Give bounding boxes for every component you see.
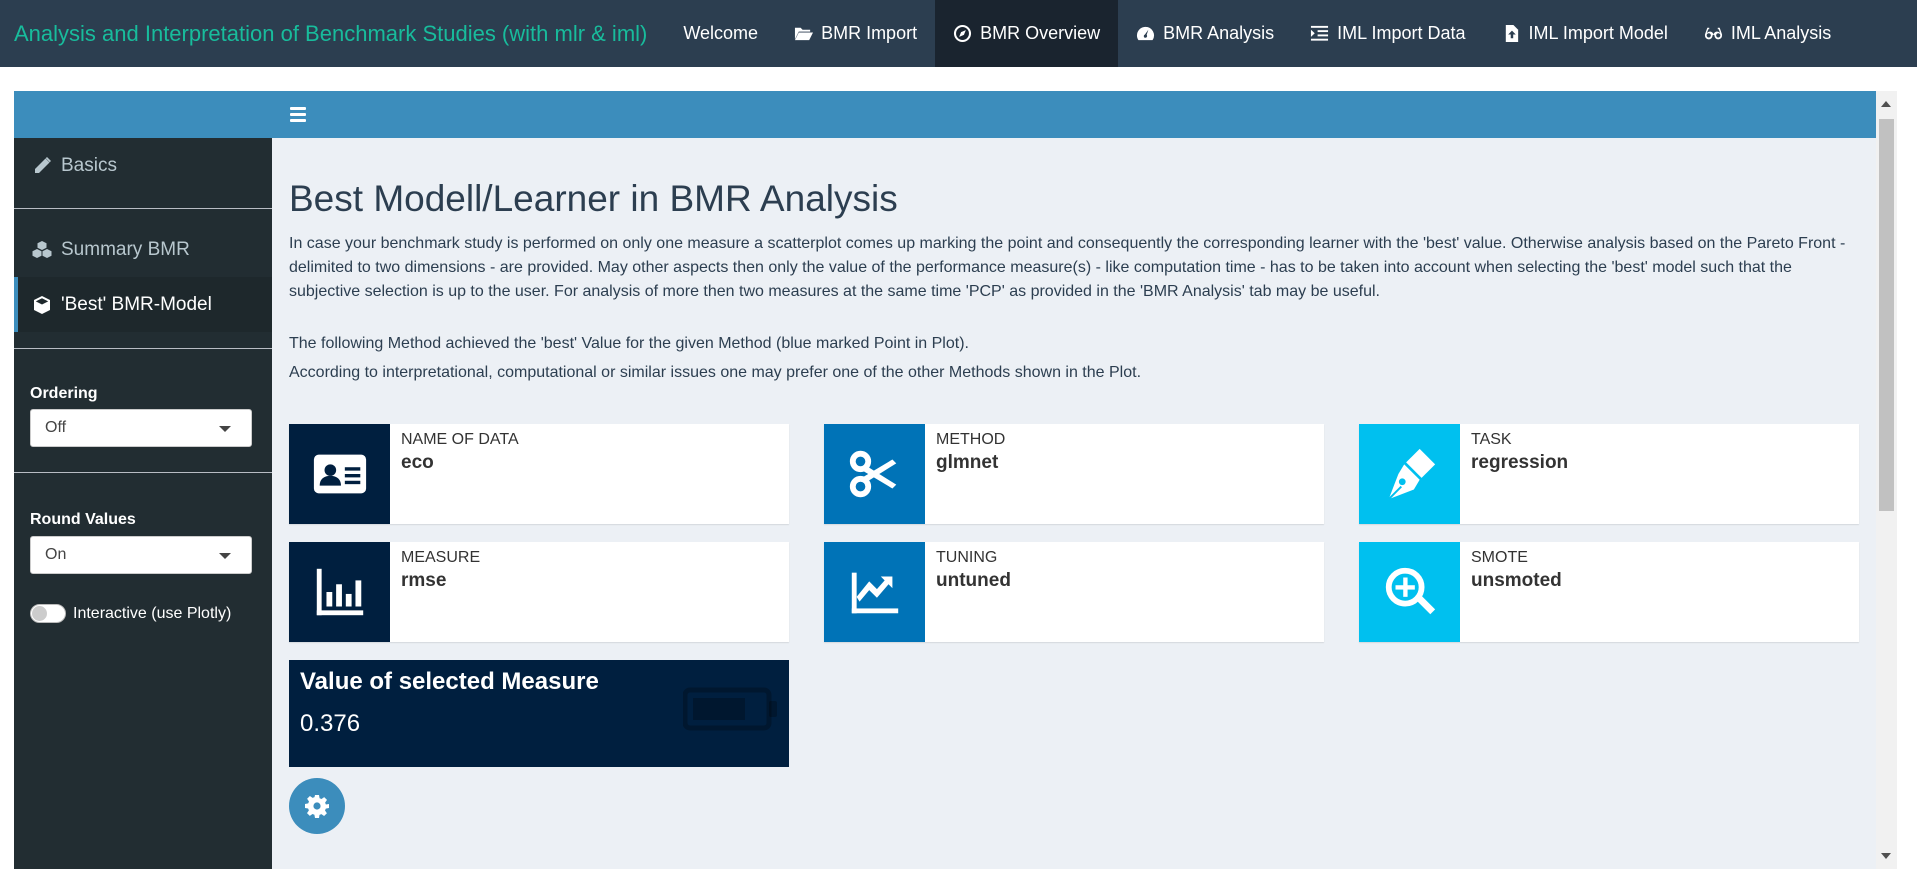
nav-tab-label: IML Import Data [1337, 23, 1466, 43]
sidebar-item-label: Summary BMR [61, 238, 190, 260]
nav-tab-welcome[interactable]: Welcome [665, 0, 776, 67]
infobox-icon-area [824, 424, 925, 524]
infobox-label: Smote [1471, 549, 1528, 566]
search-plus-icon [1385, 567, 1435, 615]
app-title: Analysis and Interpretation of Benchmark… [14, 21, 648, 46]
infobox-label: Name of Data [401, 431, 519, 448]
caret-down-icon [219, 553, 231, 559]
infobox-method: Method glmnet [824, 424, 1324, 524]
sidebar-item-summary-bmr[interactable]: Summary BMR [14, 222, 272, 277]
nav-tab-iml-import-data[interactable]: IML Import Data [1292, 0, 1483, 67]
infobox-value: unsmoted [1471, 570, 1562, 591]
infobox-icon-area [289, 424, 390, 524]
infobox-label: Task [1471, 431, 1512, 448]
interactive-toggle-label: Interactive (use Plotly) [73, 604, 232, 622]
nav-tab-label: BMR Analysis [1163, 23, 1275, 43]
bar-chart-icon [316, 568, 363, 616]
pencil-icon [35, 156, 51, 173]
dashboard-frame: Basics Summary BMR 'Best' BMR-Model Orde… [14, 91, 1876, 869]
scroll-up-arrow-icon[interactable] [1881, 101, 1891, 107]
best-method-note: The following Method achieved the 'best'… [289, 335, 969, 352]
nav-tab-label: IML Import Model [1528, 23, 1668, 43]
ordering-label: Ordering [30, 385, 98, 402]
infobox-value: regression [1471, 452, 1569, 473]
ordering-value: Off [45, 419, 67, 436]
battery-icon [683, 687, 777, 731]
infobox-smote: Smote unsmoted [1359, 542, 1859, 642]
sidebar-item-basics[interactable]: Basics [14, 138, 272, 193]
gear-icon [305, 795, 329, 818]
nav-tab-bmr-overview[interactable]: BMR Overview [935, 0, 1119, 67]
indent-icon [1311, 25, 1329, 41]
round-values-label: Round Values [30, 511, 136, 528]
ordering-select[interactable]: Off [30, 409, 252, 447]
id-card-icon [313, 454, 366, 494]
infobox-value: eco [401, 452, 434, 473]
scissors-icon [849, 450, 896, 498]
toggle-knob [32, 606, 47, 621]
nav-tab-iml-analysis[interactable]: IML Analysis [1686, 0, 1849, 67]
cubes-icon [32, 240, 52, 258]
scrollbar-thumb[interactable] [1879, 119, 1894, 511]
infobox-label: Tuning [936, 549, 998, 566]
line-chart-icon [851, 572, 898, 614]
caret-down-icon [219, 426, 231, 432]
infobox-icon-area [1359, 424, 1460, 524]
file-upload-icon [1505, 24, 1518, 43]
main-content: Best Modell/Learner in BMR Analysis In c… [272, 138, 1876, 869]
folder-open-icon [795, 27, 814, 41]
sidebar-item-best-bmr-model[interactable]: 'Best' BMR-Model [14, 277, 272, 332]
infobox-icon-area [1359, 542, 1460, 642]
interactive-toggle-row: Interactive (use Plotly) [30, 604, 231, 623]
sidebar-item-label: Basics [61, 154, 117, 176]
settings-button[interactable] [289, 778, 345, 834]
infobox-icon-area [824, 542, 925, 642]
value-box-selected-measure: Value of selected Measure 0.376 [289, 660, 789, 767]
infobox-measure: Measure rmse [289, 542, 789, 642]
nav-tab-bmr-analysis[interactable]: BMR Analysis [1118, 0, 1292, 67]
glasses-icon [1704, 27, 1722, 40]
infobox-task: Task regression [1359, 424, 1859, 524]
cube-icon [34, 295, 50, 314]
sidebar-header [14, 91, 272, 138]
sidebar-divider [14, 472, 272, 473]
nav-tab-bmr-import[interactable]: BMR Import [776, 0, 935, 67]
infobox-icon-area [289, 542, 390, 642]
pen-nib-icon [1387, 448, 1435, 500]
main-header [272, 91, 1876, 138]
compass-icon [954, 24, 972, 43]
nav-tab-label: Welcome [683, 23, 759, 43]
top-navbar: Analysis and Interpretation of Benchmark… [0, 0, 1917, 67]
round-values-value: On [45, 546, 67, 563]
menu-toggle-icon[interactable] [290, 104, 306, 124]
nav-tab-label: BMR Import [821, 23, 918, 43]
infobox-value: rmse [401, 570, 447, 591]
preference-note: According to interpretational, computati… [289, 364, 1142, 381]
intro-text: In case your benchmark study is performe… [289, 235, 1846, 300]
infobox-value: glmnet [936, 452, 999, 473]
nav-tab-iml-import-model[interactable]: IML Import Model [1484, 0, 1686, 67]
nav-tab-label: IML Analysis [1730, 23, 1832, 43]
vertical-scrollbar[interactable] [1876, 91, 1897, 869]
page-title: Best Modell/Learner in BMR Analysis [289, 178, 898, 219]
infobox-name-of-data: Name of Data eco [289, 424, 789, 524]
infobox-label: Method [936, 431, 1006, 448]
sidebar-divider [14, 208, 272, 209]
infobox-label: Measure [401, 549, 481, 566]
sidebar: Basics Summary BMR 'Best' BMR-Model Orde… [14, 138, 272, 869]
round-values-select[interactable]: On [30, 536, 252, 574]
nav-tab-label: BMR Overview [980, 23, 1101, 43]
infobox-tuning: Tuning untuned [824, 542, 1324, 642]
interactive-toggle[interactable] [30, 604, 66, 623]
sidebar-divider [14, 348, 272, 349]
infobox-value: untuned [936, 570, 1011, 591]
sidebar-item-label: 'Best' BMR-Model [61, 293, 212, 315]
tachometer-icon [1137, 26, 1155, 41]
scroll-down-arrow-icon[interactable] [1881, 853, 1891, 859]
